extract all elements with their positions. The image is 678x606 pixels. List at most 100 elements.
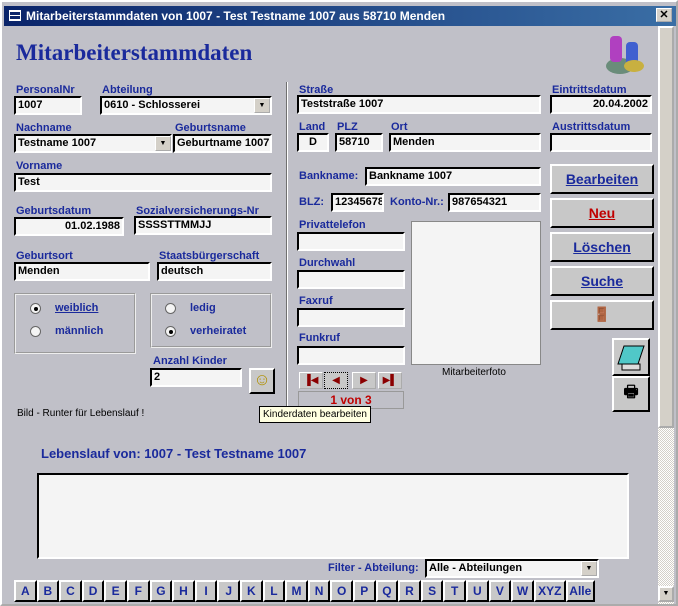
alpha-button-l[interactable]: L bbox=[262, 580, 286, 602]
alpha-button-f[interactable]: F bbox=[127, 580, 150, 602]
faxruf-input[interactable] bbox=[297, 308, 405, 327]
ort-label: Ort bbox=[391, 121, 408, 133]
land-label: Land bbox=[299, 121, 326, 133]
austrittsdatum-input[interactable] bbox=[550, 133, 652, 152]
alpha-button-u[interactable]: U bbox=[466, 580, 489, 602]
scrollbar-thumb[interactable] bbox=[658, 26, 674, 428]
form-icon bbox=[9, 10, 21, 21]
alpha-button-xyz[interactable]: XYZ bbox=[533, 580, 566, 602]
chevron-down-icon[interactable]: ▼ bbox=[254, 98, 270, 113]
alpha-button-q[interactable]: Q bbox=[375, 580, 399, 602]
notes-button[interactable] bbox=[612, 338, 650, 376]
personalnr-input[interactable]: 1007 bbox=[14, 96, 82, 115]
staatsbuergerschaft-label: Staatsbürgerschaft bbox=[159, 250, 260, 262]
geburtsname-input[interactable]: Geburtname 1007 bbox=[173, 134, 272, 153]
print-button[interactable]: 🖶 bbox=[612, 376, 650, 412]
lebenslauf-textarea[interactable] bbox=[37, 473, 629, 559]
prev-record-button[interactable]: ◀ bbox=[324, 372, 348, 389]
chevron-down-icon[interactable]: ▼ bbox=[155, 136, 171, 151]
exit-button[interactable]: 🚪 bbox=[550, 300, 654, 330]
chevron-down-icon[interactable]: ▼ bbox=[581, 561, 597, 576]
page-title: Mitarbeiterstammdaten bbox=[16, 40, 253, 65]
radio-weiblich[interactable] bbox=[30, 303, 41, 314]
alpha-button-a[interactable]: A bbox=[14, 580, 37, 602]
radio-maennlich[interactable] bbox=[30, 326, 41, 337]
eintrittsdatum-input[interactable]: 20.04.2002 bbox=[550, 95, 652, 114]
durchwahl-input[interactable] bbox=[297, 270, 405, 289]
logo-icon bbox=[600, 30, 648, 78]
neu-button[interactable]: Neu bbox=[550, 198, 654, 228]
funkruf-label: Funkruf bbox=[299, 332, 340, 344]
filter-label: Filter - Abteilung: bbox=[328, 562, 419, 574]
alpha-button-p[interactable]: P bbox=[353, 580, 376, 602]
plz-input[interactable]: 58710 bbox=[335, 133, 383, 152]
personalnr-label: PersonalNr bbox=[16, 84, 75, 96]
radio-ledig[interactable] bbox=[165, 303, 176, 314]
vorname-input[interactable]: Test bbox=[14, 173, 272, 192]
last-record-button[interactable]: ▶▌ bbox=[378, 372, 402, 389]
alpha-button-h[interactable]: H bbox=[172, 580, 195, 602]
blz-label: BLZ: bbox=[299, 196, 325, 208]
alpha-button-d[interactable]: D bbox=[81, 580, 105, 602]
first-record-button[interactable]: ▐◀ bbox=[299, 372, 323, 389]
blz-input[interactable]: 12345678 bbox=[331, 193, 384, 212]
plz-label: PLZ bbox=[337, 121, 358, 133]
alpha-button-o[interactable]: O bbox=[330, 580, 353, 602]
maennlich-label[interactable]: männlich bbox=[55, 325, 103, 337]
bearbeiten-button[interactable]: Bearbeiten bbox=[550, 164, 654, 194]
next-record-button[interactable]: ▶ bbox=[352, 372, 376, 389]
alpha-button-j[interactable]: J bbox=[217, 580, 240, 602]
kinderdaten-button[interactable]: ☺ bbox=[249, 368, 275, 394]
sozvers-input[interactable]: SSSSTTMMJJ bbox=[134, 216, 272, 235]
privattelefon-input[interactable] bbox=[297, 232, 405, 251]
ledig-label[interactable]: ledig bbox=[190, 302, 216, 314]
suche-button[interactable]: Suche bbox=[550, 266, 654, 296]
scrollbar[interactable]: ▼ bbox=[658, 26, 674, 604]
abteilung-label: Abteilung bbox=[102, 84, 153, 96]
ort-input[interactable]: Menden bbox=[389, 133, 541, 152]
vorname-label: Vorname bbox=[16, 160, 63, 172]
alpha-button-k[interactable]: K bbox=[240, 580, 263, 602]
alpha-button-v[interactable]: V bbox=[488, 580, 512, 602]
funkruf-input[interactable] bbox=[297, 346, 405, 365]
alpha-button-e[interactable]: E bbox=[104, 580, 127, 602]
alpha-button-c[interactable]: C bbox=[59, 580, 82, 602]
staatsbuergerschaft-input[interactable]: deutsch bbox=[157, 262, 272, 281]
alpha-button-alle[interactable]: Alle bbox=[565, 580, 595, 602]
radio-verheiratet[interactable] bbox=[165, 326, 176, 337]
strasse-input[interactable]: Teststraße 1007 bbox=[297, 95, 541, 114]
geburtsname-label: Geburtsname bbox=[175, 122, 246, 134]
alpha-button-i[interactable]: I bbox=[194, 580, 218, 602]
title-bar: Mitarbeiterstammdaten von 1007 - Test Te… bbox=[4, 6, 676, 26]
abteilung-select[interactable]: 0610 - Schlosserei bbox=[100, 96, 272, 115]
verheiratet-label[interactable]: verheiratet bbox=[190, 325, 246, 337]
alpha-button-r[interactable]: R bbox=[398, 580, 421, 602]
photo-frame[interactable] bbox=[411, 221, 541, 365]
alpha-button-s[interactable]: S bbox=[420, 580, 444, 602]
close-button[interactable]: ✕ bbox=[656, 8, 672, 22]
smiley-icon: ☺ bbox=[253, 370, 271, 389]
geburtsdatum-input[interactable]: 01.02.1988 bbox=[14, 217, 124, 236]
austrittsdatum-label: Austrittsdatum bbox=[552, 121, 631, 133]
filter-select[interactable]: Alle - Abteilungen bbox=[425, 559, 599, 578]
photo-caption: Mitarbeiterfoto bbox=[442, 367, 506, 378]
land-input[interactable]: D bbox=[297, 133, 329, 152]
weiblich-label[interactable]: weiblich bbox=[55, 302, 98, 314]
hint-text: Bild - Runter für Lebenslauf ! bbox=[17, 408, 145, 419]
geburtsort-input[interactable]: Menden bbox=[14, 262, 150, 281]
alpha-button-w[interactable]: W bbox=[511, 580, 534, 602]
alpha-button-t[interactable]: T bbox=[443, 580, 466, 602]
alpha-button-m[interactable]: M bbox=[285, 580, 308, 602]
konto-label: Konto-Nr.: bbox=[390, 196, 444, 208]
scroll-down-button[interactable]: ▼ bbox=[658, 586, 674, 602]
geburtsdatum-label: Geburtsdatum bbox=[16, 205, 92, 217]
alpha-button-n[interactable]: N bbox=[307, 580, 331, 602]
durchwahl-label: Durchwahl bbox=[299, 257, 356, 269]
alpha-button-g[interactable]: G bbox=[149, 580, 173, 602]
loeschen-button[interactable]: Löschen bbox=[550, 232, 654, 262]
anzahl-kinder-input[interactable]: 2 bbox=[150, 368, 242, 387]
nachname-combo[interactable]: Testname 1007 bbox=[14, 134, 172, 153]
konto-input[interactable]: 987654321 bbox=[448, 193, 541, 212]
bankname-input[interactable]: Bankname 1007 bbox=[365, 167, 541, 186]
alpha-button-b[interactable]: B bbox=[36, 580, 60, 602]
